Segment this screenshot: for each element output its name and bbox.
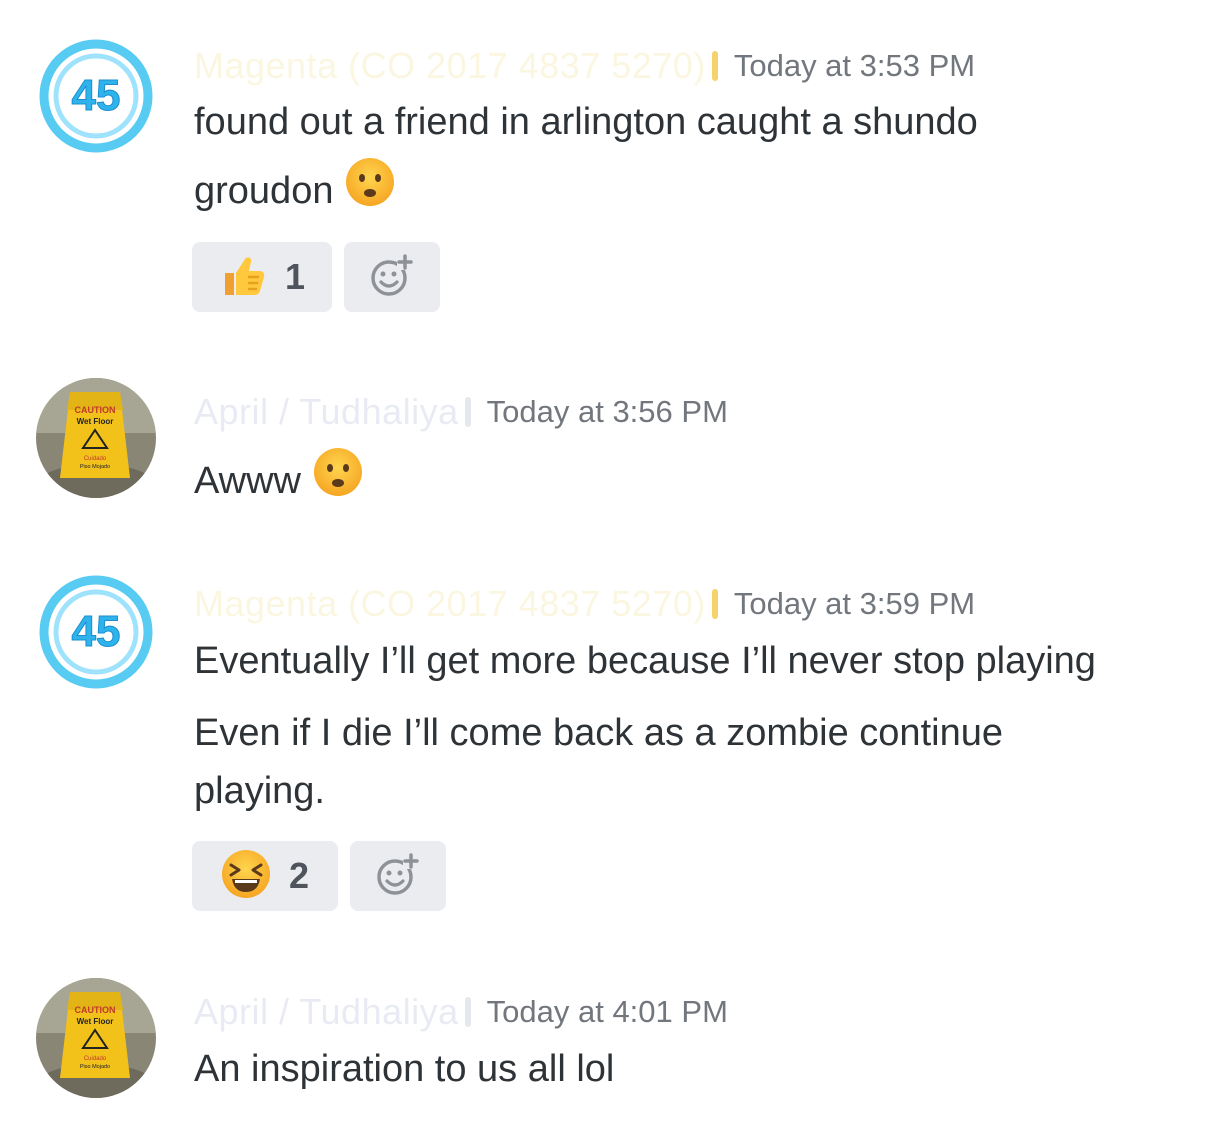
- username-fade: [464, 397, 471, 427]
- reaction-count: 1: [284, 256, 306, 297]
- frowning-face-icon: [313, 447, 363, 513]
- username[interactable]: Magenta (CO 2017 4837 5270): [194, 45, 706, 87]
- avatar-wet-floor-sign[interactable]: CAUTION Wet Floor Cuidado Piso Mojado: [36, 378, 156, 498]
- message-text-line: An inspiration to us all lol: [194, 1048, 615, 1090]
- laughing-face-icon: [221, 849, 271, 904]
- username-fade: [711, 589, 718, 619]
- svg-text:CAUTION: CAUTION: [75, 405, 116, 415]
- message-header: April / Tudhaliya Today at 3:56 PM: [194, 390, 728, 434]
- message-header: April / Tudhaliya Today at 4:01 PM: [194, 990, 728, 1034]
- timestamp[interactable]: Today at 4:01 PM: [487, 994, 728, 1030]
- message-text-line: Awww: [194, 447, 363, 516]
- timestamp[interactable]: Today at 3:53 PM: [734, 48, 975, 84]
- avatar-level-45[interactable]: 45: [36, 572, 156, 692]
- username-fade: [464, 997, 471, 1027]
- reactions-bar: 2: [192, 841, 446, 911]
- message-text-line: found out a friend in arlington caught a…: [194, 101, 978, 143]
- svg-text:Cuidado: Cuidado: [84, 1056, 107, 1062]
- timestamp[interactable]: Today at 3:56 PM: [487, 394, 728, 430]
- username[interactable]: Magenta (CO 2017 4837 5270): [194, 583, 706, 625]
- add-reaction-icon: [367, 250, 417, 305]
- username[interactable]: April / Tudhaliya: [194, 991, 459, 1033]
- add-reaction-icon: [373, 849, 423, 904]
- timestamp[interactable]: Today at 3:59 PM: [734, 586, 975, 622]
- avatar-level-text: 45: [72, 607, 121, 656]
- message-header: Magenta (CO 2017 4837 5270) Today at 3:5…: [194, 582, 975, 626]
- add-reaction-button[interactable]: [350, 841, 446, 911]
- avatar-level-45[interactable]: 45: [36, 36, 156, 156]
- svg-text:Piso Mojado: Piso Mojado: [80, 1064, 110, 1070]
- reaction-laughing[interactable]: 2: [192, 841, 338, 911]
- username[interactable]: April / Tudhaliya: [194, 391, 459, 433]
- reaction-count: 2: [288, 855, 310, 896]
- message-text-line: playing.: [194, 770, 325, 812]
- username-fade: [711, 51, 718, 81]
- message-header: Magenta (CO 2017 4837 5270) Today at 3:5…: [194, 44, 975, 88]
- message-text-line: groudon: [194, 157, 395, 226]
- svg-text:Cuidado: Cuidado: [84, 456, 107, 462]
- svg-text:CAUTION: CAUTION: [75, 1005, 116, 1015]
- add-reaction-button[interactable]: [344, 242, 440, 312]
- svg-text:Wet Floor: Wet Floor: [77, 417, 114, 426]
- thumbs-up-icon: [219, 251, 267, 304]
- avatar-wet-floor-sign[interactable]: CAUTION Wet Floor Cuidado Piso Mojado: [36, 978, 156, 1098]
- reactions-bar: 1: [192, 242, 440, 312]
- frowning-face-icon: [345, 157, 395, 223]
- message-text-line: Eventually I’ll get more because I’ll ne…: [194, 640, 1096, 682]
- message-text-line: Even if I die I’ll come back as a zombie…: [194, 712, 1003, 754]
- svg-text:Piso Mojado: Piso Mojado: [80, 464, 110, 470]
- avatar-level-text: 45: [72, 71, 121, 120]
- reaction-thumbs-up[interactable]: 1: [192, 242, 332, 312]
- svg-text:Wet Floor: Wet Floor: [77, 1017, 114, 1026]
